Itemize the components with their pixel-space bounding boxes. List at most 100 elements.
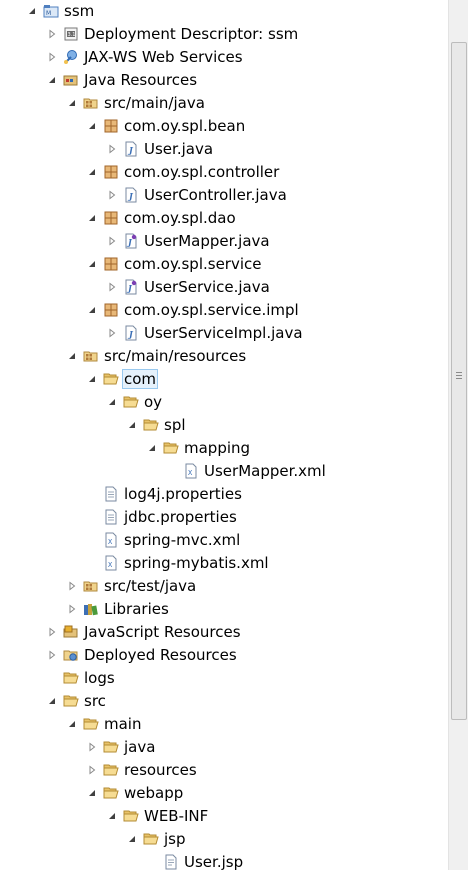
expand-arrow-icon[interactable]	[87, 742, 97, 752]
expand-arrow-icon[interactable]	[87, 765, 97, 775]
expand-arrow-icon[interactable]	[107, 190, 117, 200]
collapse-arrow-icon[interactable]	[47, 696, 57, 706]
tree-item[interactable]: com.oy.spl.bean	[0, 115, 448, 138]
tree-item[interactable]: jdbc.properties	[0, 506, 448, 529]
tree-item[interactable]: J UserController.java	[0, 184, 448, 207]
tree-item-label: log4j.properties	[124, 485, 242, 503]
collapse-arrow-icon[interactable]	[87, 121, 97, 131]
tree-item-label: webapp	[124, 784, 184, 802]
vertical-scrollbar[interactable]	[448, 0, 468, 870]
project-explorer-tree: Mssm 3.1 Deployment Descriptor: ssm JAX-WS …	[0, 0, 448, 870]
tree-item[interactable]: src	[0, 690, 448, 713]
tree-item[interactable]: java	[0, 736, 448, 759]
tree-item[interactable]: src/main/java	[0, 92, 448, 115]
tree-item[interactable]: src/test/java	[0, 575, 448, 598]
tree-item[interactable]: log4j.properties	[0, 483, 448, 506]
tree-item[interactable]: JavaScript Resources	[0, 621, 448, 644]
tree-item[interactable]: J User.java	[0, 138, 448, 161]
collapse-arrow-icon[interactable]	[67, 351, 77, 361]
tree-item[interactable]: jsp	[0, 828, 448, 851]
expand-arrow-icon[interactable]	[107, 282, 117, 292]
tree-item[interactable]: Libraries	[0, 598, 448, 621]
tree-item[interactable]: Deployed Resources	[0, 644, 448, 667]
expand-arrow-icon[interactable]	[107, 328, 117, 338]
collapse-arrow-icon[interactable]	[67, 719, 77, 729]
tree-item-label: UserMapper.java	[144, 232, 270, 250]
folder-open-icon	[83, 716, 99, 732]
folder-open-icon	[103, 739, 119, 755]
tree-item[interactable]: 3.1 Deployment Descriptor: ssm	[0, 23, 448, 46]
collapse-arrow-icon[interactable]	[87, 167, 97, 177]
tree-item[interactable]: spl	[0, 414, 448, 437]
expand-arrow-icon[interactable]	[47, 650, 57, 660]
tree-item[interactable]: J UserMapper.java	[0, 230, 448, 253]
tree-item[interactable]: src/main/resources	[0, 345, 448, 368]
tree-item[interactable]: JAX-WS Web Services	[0, 46, 448, 69]
tree-item[interactable]: X UserMapper.xml	[0, 460, 448, 483]
expand-arrow-icon[interactable]	[67, 604, 77, 614]
scrollbar-grip-line	[456, 378, 462, 379]
tree-item[interactable]: WEB-INF	[0, 805, 448, 828]
expand-arrow-icon[interactable]	[107, 236, 117, 246]
tree-item[interactable]: Java Resources	[0, 69, 448, 92]
tree-item-label: jsp	[164, 830, 186, 848]
tree-item[interactable]: oy	[0, 391, 448, 414]
tree-item-label: com.oy.spl.bean	[124, 117, 246, 135]
tree-item-label: WEB-INF	[144, 807, 209, 825]
expand-arrow-icon[interactable]	[47, 52, 57, 62]
collapse-arrow-icon[interactable]	[47, 75, 57, 85]
collapse-arrow-icon[interactable]	[107, 811, 117, 821]
tree-item[interactable]: User.jsp	[0, 851, 448, 870]
collapse-arrow-icon[interactable]	[147, 443, 157, 453]
collapse-arrow-icon[interactable]	[127, 834, 137, 844]
tree-item-label: JavaScript Resources	[84, 623, 241, 641]
collapse-arrow-icon[interactable]	[127, 420, 137, 430]
collapse-arrow-icon[interactable]	[67, 98, 77, 108]
tree-item[interactable]: logs	[0, 667, 448, 690]
tree-item[interactable]: com.oy.spl.dao	[0, 207, 448, 230]
tree-item-label: logs	[84, 669, 115, 687]
tree-item[interactable]: resources	[0, 759, 448, 782]
xml-file-icon: X	[103, 555, 119, 571]
scrollbar-thumb[interactable]	[451, 42, 467, 720]
collapse-arrow-icon[interactable]	[87, 213, 97, 223]
tree-item[interactable]: Xspring-mvc.xml	[0, 529, 448, 552]
tree-item[interactable]: J UserService.java	[0, 276, 448, 299]
collapse-arrow-icon[interactable]	[87, 788, 97, 798]
tree-item[interactable]: main	[0, 713, 448, 736]
tree-item[interactable]: Xspring-mybatis.xml	[0, 552, 448, 575]
tree-item[interactable]: com.oy.spl.controller	[0, 161, 448, 184]
tree-item-label: src/main/java	[104, 94, 205, 112]
expand-arrow-icon[interactable]	[107, 144, 117, 154]
tree-item[interactable]: J UserServiceImpl.java	[0, 322, 448, 345]
expand-arrow-icon[interactable]	[47, 627, 57, 637]
expand-arrow-icon[interactable]	[67, 581, 77, 591]
tree-item-label: resources	[124, 761, 197, 779]
svg-text:M: M	[46, 10, 51, 17]
folder-open-icon	[63, 693, 79, 709]
tree-item-label: Deployed Resources	[84, 646, 237, 664]
tree-item-label: src	[84, 692, 106, 710]
expand-arrow-icon[interactable]	[47, 29, 57, 39]
java-file-icon: J	[123, 141, 139, 157]
collapse-arrow-icon[interactable]	[87, 259, 97, 269]
tree-item[interactable]: Mssm	[0, 0, 448, 23]
tree-item[interactable]: com.oy.spl.service.impl	[0, 299, 448, 322]
collapse-arrow-icon[interactable]	[87, 374, 97, 384]
package-icon	[103, 210, 119, 226]
collapse-arrow-icon[interactable]	[27, 6, 37, 16]
xml-file-icon: X	[183, 463, 199, 479]
tree-item-label: spring-mybatis.xml	[124, 554, 269, 572]
tree-item[interactable]: webapp	[0, 782, 448, 805]
collapse-arrow-icon[interactable]	[107, 397, 117, 407]
tree-item[interactable]: com.oy.spl.service	[0, 253, 448, 276]
tree-item-label: Java Resources	[84, 71, 198, 89]
folder-open-icon	[143, 417, 159, 433]
tree-item-label: Libraries	[104, 600, 169, 618]
tree-item[interactable]: com	[0, 368, 448, 391]
collapse-arrow-icon[interactable]	[87, 305, 97, 315]
deployment-descriptor-icon: 3.1	[63, 26, 79, 42]
folder-open-icon	[143, 831, 159, 847]
tree-item[interactable]: mapping	[0, 437, 448, 460]
tree-item-label: User.java	[144, 140, 214, 158]
